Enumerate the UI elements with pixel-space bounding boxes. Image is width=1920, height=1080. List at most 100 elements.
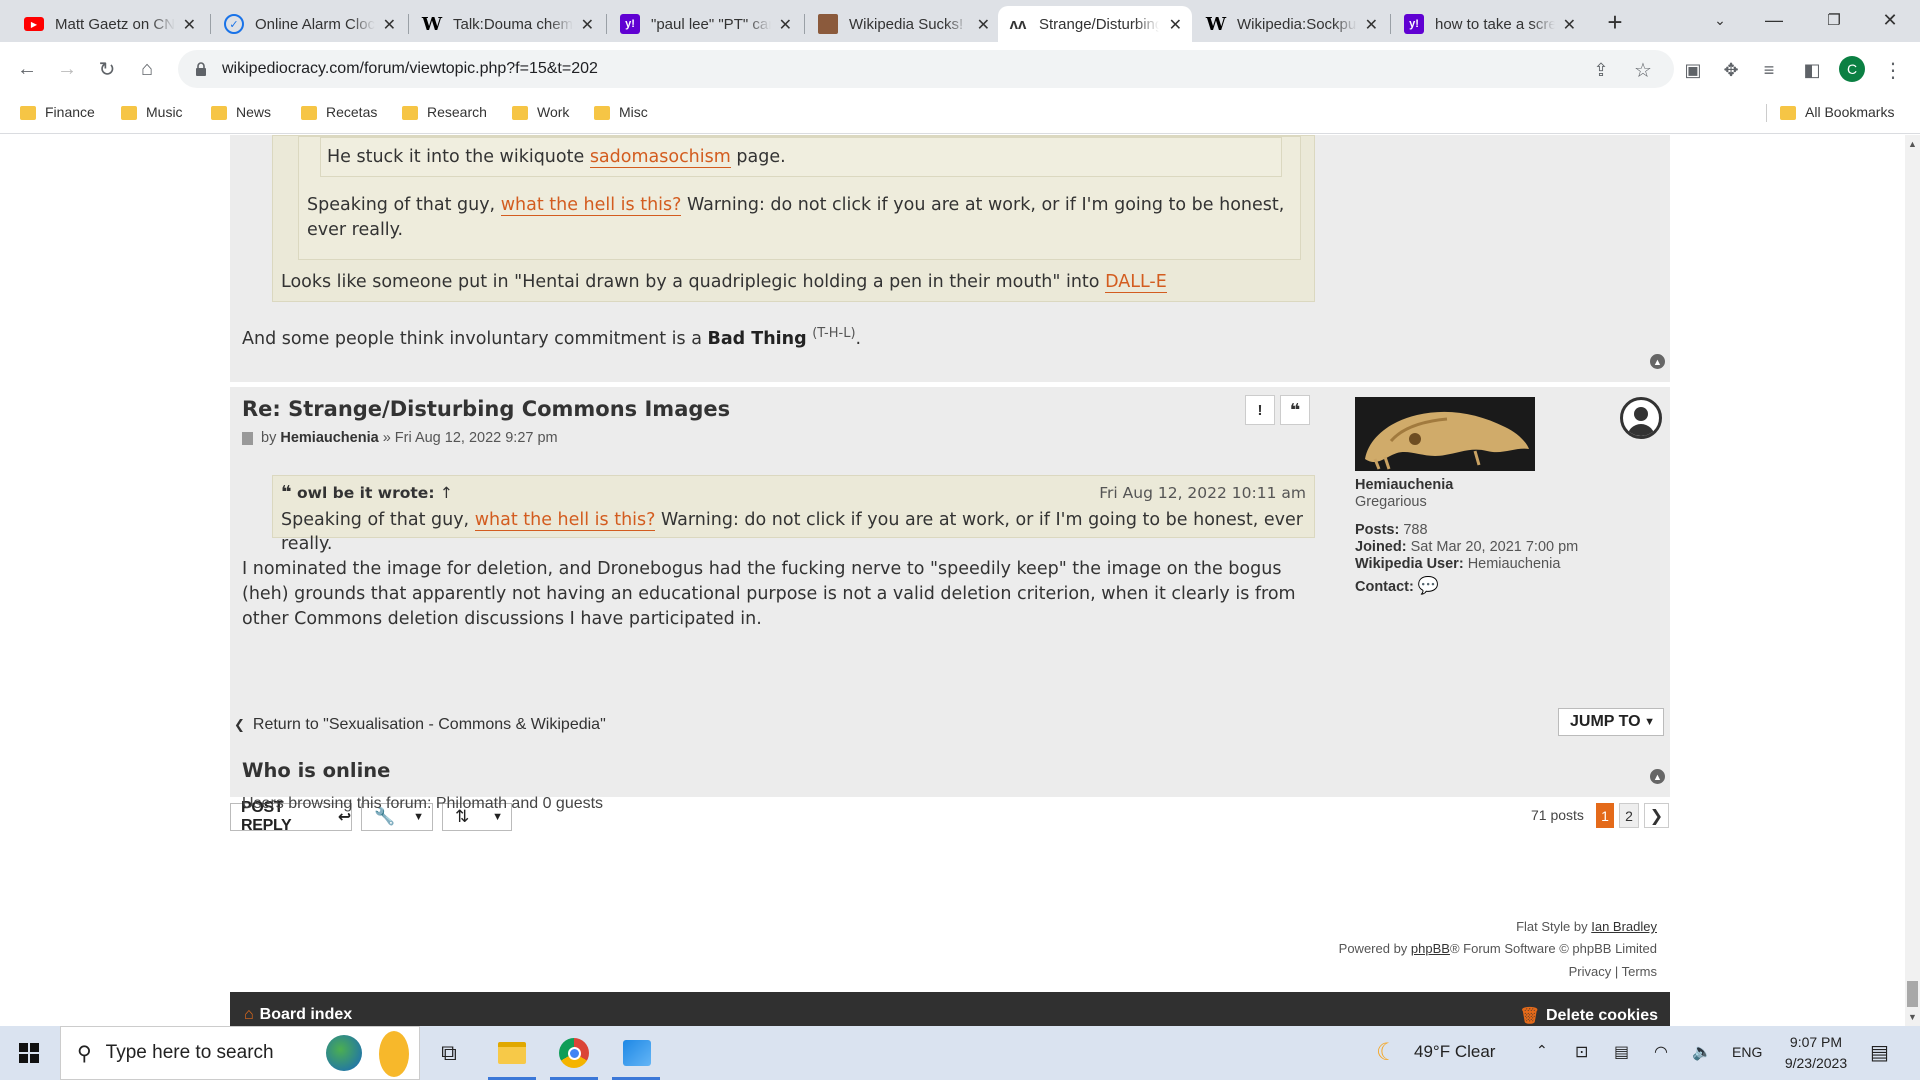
sadomasochism-link[interactable]: sadomasochism xyxy=(589,147,731,168)
search-placeholder: Type here to search xyxy=(105,1042,274,1063)
post-author-link[interactable]: Hemiauchenia xyxy=(280,430,378,446)
bookmark-finance[interactable]: Finance xyxy=(20,96,95,128)
profile-username-link[interactable]: Hemiauchenia xyxy=(1355,477,1655,494)
tab-title: Talk:Douma chemical attack xyxy=(453,15,573,33)
windows-start-icon[interactable] xyxy=(0,1026,58,1080)
bookmark-misc[interactable]: Misc xyxy=(594,96,648,128)
tab-douma[interactable]: W Talk:Douma chemical attack ✕ xyxy=(412,6,604,42)
board-index-link[interactable]: ⌂ Board index xyxy=(244,1006,352,1024)
close-icon[interactable]: ✕ xyxy=(779,15,792,35)
tab-screenshot[interactable]: y! how to take a screenshot ✕ xyxy=(1394,6,1586,42)
extensions-puzzle-icon[interactable]: ✥ xyxy=(1718,57,1744,83)
onedrive-icon[interactable]: ▤ xyxy=(1614,1042,1629,1062)
bookmark-news[interactable]: News xyxy=(211,96,271,128)
restore-icon[interactable]: ❐ xyxy=(1804,0,1864,40)
side-panel-icon[interactable]: ◧ xyxy=(1799,57,1825,83)
close-window-icon[interactable]: ✕ xyxy=(1860,0,1920,40)
clock[interactable]: 9:07 PM 9/23/2023 xyxy=(1772,1032,1860,1074)
tab-search-icon[interactable]: ⌄ xyxy=(1690,0,1750,40)
new-tab-button[interactable]: + xyxy=(1599,6,1631,38)
moon-weather-icon[interactable]: ☾ xyxy=(1376,1038,1398,1067)
tab-title: how to take a screenshot xyxy=(1435,15,1555,33)
scroll-down-icon[interactable]: ▼ xyxy=(1908,1012,1917,1022)
tab-paul-lee[interactable]: y! "paul lee" "PT" carroll ✕ xyxy=(610,6,802,42)
post-meta: by Hemiauchenia » Fri Aug 12, 2022 9:27 … xyxy=(242,430,558,446)
close-icon[interactable]: ✕ xyxy=(1365,15,1378,35)
bookmark-recetas[interactable]: Recetas xyxy=(301,96,377,128)
superscript: (T-H-L) xyxy=(812,326,856,341)
close-icon[interactable]: ✕ xyxy=(183,15,196,35)
back-to-top-icon[interactable]: ▲ xyxy=(1650,354,1665,369)
tab-matt-gaetz[interactable]: ▶ Matt Gaetz on CNN ✕ xyxy=(14,6,206,42)
who-is-online-heading[interactable]: Who is online xyxy=(242,759,390,782)
language-indicator[interactable]: ENG xyxy=(1732,1044,1762,1060)
photos-app-icon[interactable] xyxy=(620,1036,654,1070)
windows-taskbar: ⚲ Type here to search ⧉ ☾ 49°F Clear ⌃ ⊡… xyxy=(0,1026,1920,1080)
scrollbar-thumb[interactable] xyxy=(1907,981,1918,1007)
volume-icon[interactable]: 🔈 xyxy=(1692,1042,1712,1062)
tab-strange-disturbing[interactable]: ʌʌ Strange/Disturbing Commons ✕ xyxy=(998,6,1192,42)
page-2-link[interactable]: 2 xyxy=(1619,803,1639,828)
notifications-icon[interactable]: ▤ xyxy=(1870,1040,1889,1065)
privacy-link[interactable]: Privacy xyxy=(1569,964,1612,979)
task-view-icon[interactable]: ⧉ xyxy=(432,1036,466,1070)
forward-icon[interactable]: → xyxy=(52,54,82,84)
phpbb-link[interactable]: phpBB xyxy=(1411,941,1450,956)
chrome-icon[interactable] xyxy=(557,1036,591,1070)
close-icon[interactable]: ✕ xyxy=(581,15,594,35)
text: ® Forum Software © phpBB Limited xyxy=(1449,941,1657,956)
return-to-forum-link[interactable]: ❮ Return to "Sexualisation - Commons & W… xyxy=(234,716,606,734)
tab-sockpuppet[interactable]: W Wikipedia:Sockpuppet ✕ xyxy=(1196,6,1388,42)
wifi-icon[interactable]: ◠ xyxy=(1654,1042,1668,1062)
next-page-icon[interactable]: ❯ xyxy=(1644,803,1669,828)
bookmark-research[interactable]: Research xyxy=(402,96,487,128)
page-1-current[interactable]: 1 xyxy=(1596,803,1614,828)
extension-icon[interactable]: ▣ xyxy=(1680,57,1706,83)
tab-alarm-clock[interactable]: ✓ Online Alarm Clock ✕ xyxy=(214,6,406,42)
tab-wikipedia-sucks[interactable]: Wikipedia Sucks! ✕ xyxy=(808,6,1000,42)
quote-jump-link[interactable]: ↑ xyxy=(440,484,453,502)
post-file-icon[interactable] xyxy=(242,431,253,445)
user-avatar-image[interactable] xyxy=(1355,397,1535,471)
bookmark-work[interactable]: Work xyxy=(512,96,569,128)
back-icon[interactable]: ← xyxy=(12,54,42,84)
home-icon[interactable]: ⌂ xyxy=(132,54,162,84)
back-to-top-icon[interactable]: ▲ xyxy=(1650,769,1665,784)
close-icon[interactable]: ✕ xyxy=(383,15,396,35)
page-scrollbar[interactable]: ▲ ▼ xyxy=(1905,135,1920,1026)
minimize-icon[interactable]: — xyxy=(1744,0,1804,40)
meet-now-icon[interactable]: ⊡ xyxy=(1575,1042,1588,1062)
menu-dots-icon[interactable]: ⋮ xyxy=(1880,57,1906,83)
return-label: Return to "Sexualisation - Commons & Wik… xyxy=(252,716,606,733)
text: Powered by xyxy=(1338,941,1411,956)
what-the-hell-link[interactable]: what the hell is this? xyxy=(500,195,682,216)
report-button[interactable]: ! xyxy=(1245,395,1275,425)
contact-icon[interactable]: 💬 xyxy=(1418,576,1439,595)
bookmark-music[interactable]: Music xyxy=(121,96,183,128)
profile-avatar[interactable]: C xyxy=(1839,56,1865,82)
reload-icon[interactable]: ↻ xyxy=(92,54,122,84)
quote-button[interactable]: ❝ xyxy=(1280,395,1310,425)
show-hidden-icons-icon[interactable]: ⌃ xyxy=(1536,1042,1548,1059)
close-icon[interactable]: ✕ xyxy=(1563,15,1576,35)
close-icon[interactable]: ✕ xyxy=(977,15,990,35)
reading-list-icon[interactable]: ≡ xyxy=(1756,57,1782,83)
scroll-up-icon[interactable]: ▲ xyxy=(1908,139,1917,149)
weather-text[interactable]: 49°F Clear xyxy=(1414,1042,1495,1062)
jump-to-button[interactable]: JUMP TO ▼ xyxy=(1558,708,1664,736)
close-icon[interactable]: ✕ xyxy=(1169,15,1182,35)
ian-bradley-link[interactable]: Ian Bradley xyxy=(1591,919,1657,934)
taskbar-search-box[interactable]: ⚲ Type here to search xyxy=(60,1026,420,1080)
terms-link[interactable]: Terms xyxy=(1622,964,1657,979)
address-bar[interactable]: wikipediocracy.com/forum/viewtopic.php?f… xyxy=(178,50,1674,88)
post-title[interactable]: Re: Strange/Disturbing Commons Images xyxy=(242,397,730,421)
what-the-hell-link[interactable]: what the hell is this? xyxy=(474,510,656,531)
delete-cookies-link[interactable]: 🗑 Delete cookies xyxy=(1520,1006,1658,1026)
bookmark-star-icon[interactable]: ☆ xyxy=(1630,57,1656,83)
file-explorer-icon[interactable] xyxy=(495,1036,529,1070)
posts-count[interactable]: 788 xyxy=(1403,522,1427,538)
dall-e-link[interactable]: DALL-E xyxy=(1105,272,1167,293)
all-bookmarks[interactable]: All Bookmarks xyxy=(1780,96,1894,128)
post-previous-text: And some people think involuntary commit… xyxy=(242,321,861,352)
share-icon[interactable]: ⇪ xyxy=(1588,57,1614,83)
